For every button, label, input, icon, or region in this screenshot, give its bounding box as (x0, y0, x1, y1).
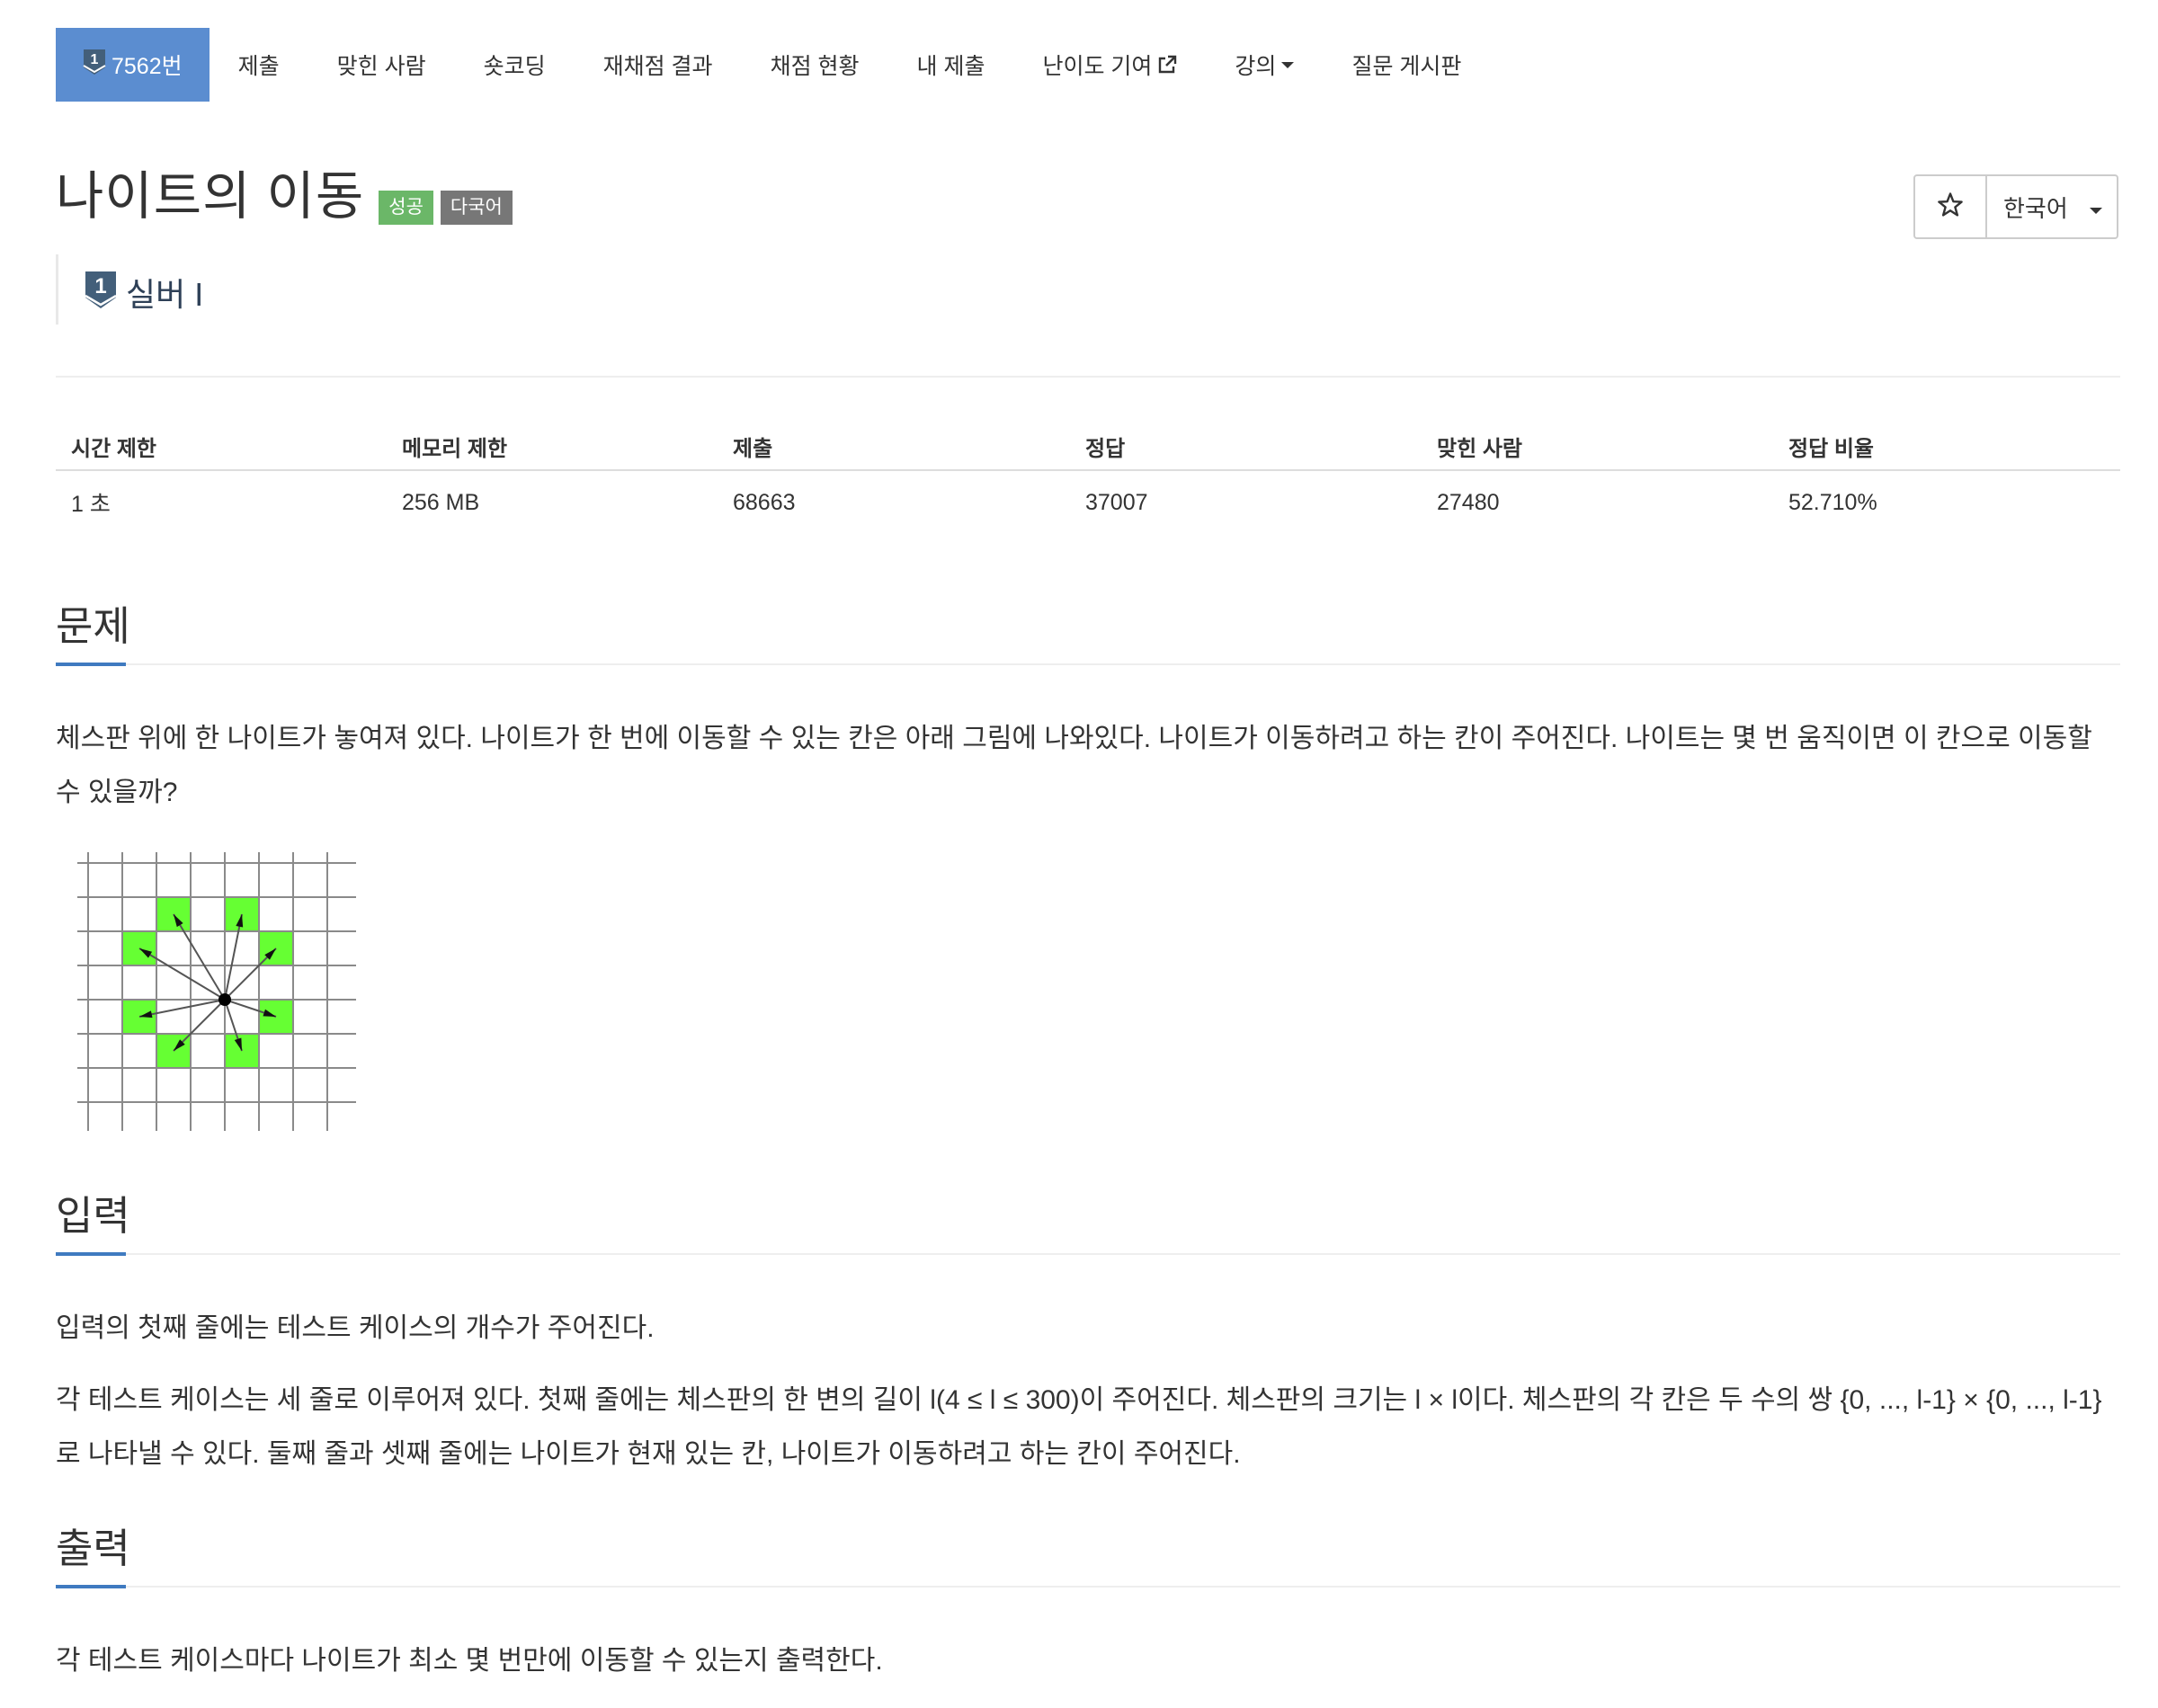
problem-actions: 한국어 (1913, 174, 2118, 239)
memory-limit-value: 256 MB (402, 489, 480, 515)
problem-section-header: 문제 (56, 603, 2120, 666)
section-accent (56, 1252, 126, 1256)
tab-short-coding-label: 숏코딩 (483, 54, 546, 79)
header-accept-ratio: 정답 비율 (1773, 423, 2120, 471)
solved-users-value: 27480 (1437, 489, 1500, 515)
tab-solved-users[interactable]: 맞힌 사람 (308, 28, 455, 102)
section-divider (56, 1253, 2120, 1255)
tab-problem-number[interactable]: 1 7562번 (56, 28, 210, 102)
caret-down-icon (2089, 193, 2102, 221)
tab-judge-status[interactable]: 채점 현황 (742, 28, 888, 102)
tab-qna-board[interactable]: 질문 게시판 (1323, 28, 1490, 102)
problem-nav: 1 7562번 제출 맞힌 사람 숏코딩 재채점 결과 채점 현황 내 제출 난… (56, 28, 1490, 102)
input-section-header: 입력 (56, 1193, 2120, 1256)
problem-title: 나이트의 이동 (56, 167, 365, 226)
move-line (173, 913, 226, 1001)
problem-description: 체스판 위에 한 나이트가 놓여져 있다. 나이트가 한 번에 이동할 수 있는… (56, 724, 2092, 807)
header-solved-users: 맞힌 사람 (1422, 423, 1773, 471)
input-description-1: 입력의 첫째 줄에는 테스트 케이스의 개수가 주어진다. (56, 1313, 655, 1343)
section-accent (56, 1585, 126, 1588)
external-link-icon (1157, 55, 1177, 75)
success-badge: 성공 (379, 191, 433, 225)
tier-label: 실버 I (126, 276, 204, 313)
favorite-button[interactable] (1915, 176, 1987, 237)
section-divider (56, 663, 2120, 665)
problem-info-table: 시간 제한 메모리 제한 제출 정답 맞힌 사람 정답 비율 1 초 256 M… (56, 423, 2120, 534)
tab-rejudge-results-label: 재채점 결과 (602, 54, 713, 79)
tab-difficulty-label: 난이도 기여 (1042, 54, 1153, 79)
tab-lectures[interactable]: 강의 (1206, 28, 1323, 102)
input-section-title: 입력 (56, 1193, 130, 1239)
header-submissions: 제출 (718, 423, 1070, 471)
accept-ratio-value: 52.710% (1788, 489, 1877, 515)
move-line (138, 947, 226, 1001)
tab-judge-status-label: 채점 현황 (770, 54, 860, 79)
tier-blockquote-border (56, 254, 58, 325)
knight-move-figure (76, 850, 372, 1147)
header-memory-limit: 메모리 제한 (387, 423, 718, 471)
tab-lectures-label: 강의 (1235, 54, 1277, 79)
tier-silver-icon: 1 (85, 271, 117, 315)
tab-problem-number-label: 7562번 (111, 54, 183, 79)
tab-short-coding[interactable]: 숏코딩 (455, 28, 575, 102)
tab-submit[interactable]: 제출 (210, 28, 308, 102)
knight-position-dot (218, 993, 231, 1006)
tab-qna-board-label: 질문 게시판 (1351, 54, 1462, 79)
tab-rejudge-results[interactable]: 재채점 결과 (575, 28, 742, 102)
output-description: 각 테스트 케이스마다 나이트가 최소 몇 번만에 이동할 수 있는지 출력한다… (56, 1646, 883, 1676)
table-row: 1 초 256 MB 68663 37007 27480 52.710% (56, 470, 2120, 534)
output-section-header: 출력 (56, 1526, 2120, 1588)
problem-section-title: 문제 (56, 603, 130, 649)
header-accepted: 정답 (1070, 423, 1422, 471)
time-limit-value: 1 초 (71, 492, 111, 517)
output-section-title: 출력 (56, 1526, 130, 1571)
header-time-limit: 시간 제한 (56, 423, 387, 471)
divider (56, 376, 2120, 378)
input-description-2: 각 테스트 케이스는 세 줄로 이루어져 있다. 첫째 줄에는 체스판의 한 변… (56, 1385, 2102, 1469)
tab-my-submissions-label: 내 제출 (916, 54, 985, 79)
tier-silver-icon: 1 (83, 49, 106, 82)
section-divider (56, 1586, 2120, 1588)
tab-difficulty-contribution[interactable]: 난이도 기여 (1013, 28, 1206, 102)
svg-text:1: 1 (94, 274, 106, 298)
tab-solved-users-label: 맞힌 사람 (336, 54, 426, 79)
tab-submit-label: 제출 (237, 54, 280, 79)
language-dropdown[interactable]: 한국어 (1987, 176, 2117, 237)
multilang-badge: 다국어 (440, 191, 513, 225)
svg-text:1: 1 (91, 52, 99, 67)
problem-tier: 1 실버 I (85, 269, 203, 316)
tab-my-submissions[interactable]: 내 제출 (888, 28, 1014, 102)
caret-down-icon (1281, 60, 1295, 69)
submissions-value: 68663 (733, 489, 796, 515)
star-outline-icon (1937, 191, 1964, 223)
problem-page: 1 7562번 제출 맞힌 사람 숏코딩 재채점 결과 채점 현황 내 제출 난… (0, 0, 2158, 1708)
table-header-row: 시간 제한 메모리 제한 제출 정답 맞힌 사람 정답 비율 (56, 423, 2120, 471)
accepted-value: 37007 (1085, 489, 1148, 515)
section-accent (56, 663, 126, 666)
problem-title-row: 나이트의 이동 성공 다국어 (56, 167, 513, 226)
language-label: 한국어 (2003, 194, 2068, 222)
knight-move-diagram (77, 852, 372, 1147)
